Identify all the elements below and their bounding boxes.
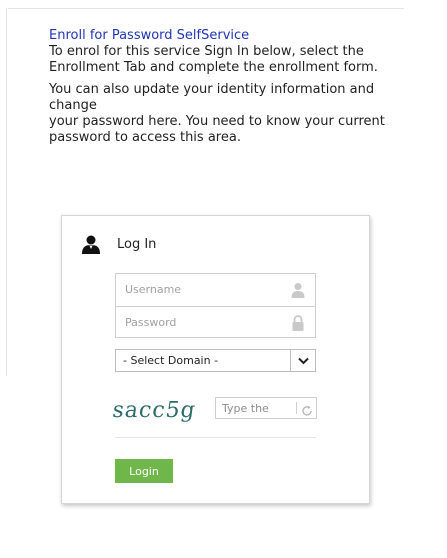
- captcha-image: sacc5g: [113, 397, 198, 423]
- left-divider: [6, 8, 7, 376]
- password-input[interactable]: [116, 307, 285, 337]
- intro-text-line: change: [49, 98, 97, 113]
- intro-text-line: Enrollment Tab and complete the enrollme…: [49, 60, 378, 75]
- domain-select[interactable]: - Select Domain -: [115, 349, 316, 372]
- login-panel: Log In - Select Domain -: [61, 215, 370, 504]
- captcha-input-box: [215, 397, 317, 419]
- lock-icon: [291, 315, 305, 331]
- captcha-input[interactable]: [216, 398, 294, 418]
- intro-text-line: You can also update your identity inform…: [49, 82, 375, 97]
- chevron-down-icon[interactable]: [290, 350, 315, 371]
- top-divider: [8, 8, 404, 9]
- intro-paragraph-2: You can also update your identity inform…: [49, 82, 409, 146]
- login-header: Log In: [81, 233, 156, 255]
- intro-text-line: your password here. You need to know you…: [49, 114, 385, 129]
- username-input[interactable]: [116, 274, 285, 304]
- intro-text-line: password to access this area.: [49, 130, 241, 145]
- username-row: [116, 274, 315, 306]
- intro-paragraph-1: To enrol for this service Sign In below,…: [49, 44, 409, 76]
- login-button[interactable]: Login: [115, 459, 173, 483]
- form-divider: [115, 437, 316, 438]
- enroll-link[interactable]: Enroll for Password SelfService: [49, 28, 409, 44]
- intro-text-line: To enrol for this service Sign In below,…: [49, 44, 364, 59]
- captcha-text: sacc5g: [113, 397, 198, 423]
- captcha-separator: [296, 402, 297, 414]
- login-title: Log In: [117, 236, 157, 252]
- user-icon: [81, 234, 101, 254]
- person-icon: [291, 282, 305, 298]
- domain-select-value: - Select Domain -: [123, 354, 219, 367]
- intro-section: Enroll for Password SelfService To enrol…: [49, 28, 409, 146]
- refresh-icon[interactable]: [301, 402, 313, 416]
- password-row: [116, 306, 315, 339]
- credentials-box: [115, 273, 316, 338]
